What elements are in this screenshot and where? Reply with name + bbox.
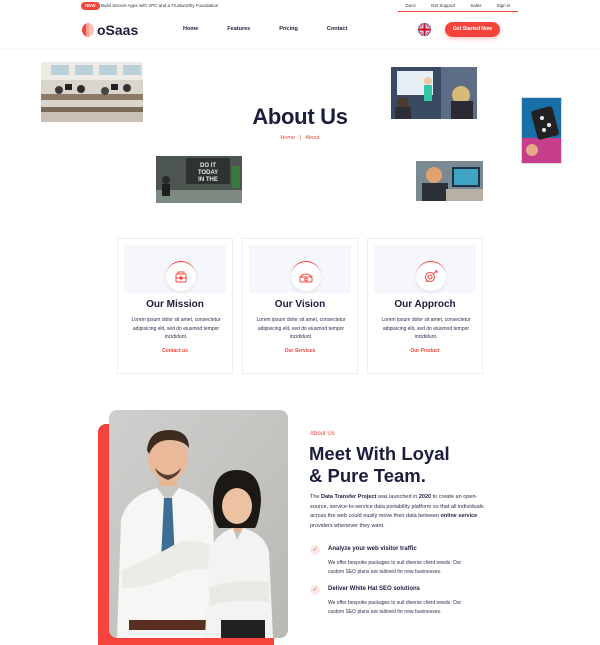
logo[interactable]: oSaas <box>82 23 138 37</box>
card-text: Lorem ipsum dolor sit amet, consectetur … <box>381 317 471 340</box>
intro-text: The <box>310 494 322 500</box>
card-text: Lorem ipsum dolor sit amet, consectetur … <box>256 317 346 340</box>
project-name: Data Transfer Project <box>321 494 377 500</box>
mission-icon <box>166 261 196 291</box>
logo-mark-icon <box>82 23 94 37</box>
team-title: Meet With Loyal & Pure Team. <box>309 443 509 487</box>
nav-features[interactable]: Features <box>227 26 250 32</box>
vr-photo <box>522 98 561 163</box>
vision-card: Our Vision Lorem ipsum dolor sit amet, c… <box>242 238 358 374</box>
our-services-link[interactable]: Our Services <box>243 348 357 354</box>
card-title: Our Approch <box>394 299 456 310</box>
feature-text: We offer bespoke packages to suit divers… <box>328 560 462 575</box>
our-product-link[interactable]: Our Product <box>368 348 482 354</box>
contact-us-link[interactable]: Contact us <box>118 348 232 354</box>
sales-link[interactable]: Sales <box>470 3 481 8</box>
top-links: Docs Get Support Sales Sign in <box>398 0 518 12</box>
online-service: online service <box>440 513 478 519</box>
breadcrumb: Home | About <box>200 135 400 141</box>
get-support-link[interactable]: Get Support <box>431 3 455 8</box>
feature-title: Analyze your web visitor traffic <box>328 546 417 552</box>
nav-pricing[interactable]: Pricing <box>279 26 298 32</box>
page-title: About Us <box>252 104 348 129</box>
intro-text: providers whenever they want. <box>310 522 385 529</box>
launch-year: 2020 <box>418 494 432 500</box>
main-header: oSaas Home Features Pricing Contact Get … <box>0 12 600 48</box>
get-started-button[interactable]: Get Started Now <box>445 22 500 37</box>
svg-text:TODAY: TODAY <box>198 170 218 176</box>
laptop-photo <box>416 161 483 201</box>
approach-card: Our Approch Lorem ipsum dolor sit amet, … <box>367 238 483 374</box>
section-tag: About Us <box>310 431 335 437</box>
sign-in-link[interactable]: Sign in <box>497 3 511 8</box>
logo-text: oSaas <box>97 22 139 38</box>
breadcrumb-home[interactable]: Home <box>280 135 295 141</box>
nav-home[interactable]: Home <box>183 26 198 32</box>
card-text: Lorem ipsum dolor sit amet, consectetur … <box>131 317 221 340</box>
svg-text:DO IT: DO IT <box>200 163 216 169</box>
team-photo <box>109 410 288 638</box>
approach-icon <box>416 261 446 291</box>
check-icon: ✓ <box>310 545 320 555</box>
presentation-photo <box>391 67 477 119</box>
announcement-text[interactable]: Build Secure Apps with VPC and a Trustwo… <box>101 3 218 9</box>
check-icon: ✓ <box>310 585 320 595</box>
feature-title: Deliver White Hat SEO solutions <box>328 586 421 592</box>
breadcrumb-separator: | <box>299 135 302 141</box>
team-title-line1: Meet With Loyal <box>309 443 450 464</box>
new-badge: NEW <box>81 2 100 10</box>
team-intro: The Data Transfer Project was launched i… <box>310 493 485 531</box>
mission-card: Our Mission Lorem ipsum dolor sit amet, … <box>117 238 233 374</box>
card-title: Our Vision <box>274 299 326 310</box>
office-photo <box>41 62 143 122</box>
intro-text: was launched in <box>376 494 419 500</box>
main-nav: Home Features Pricing Contact <box>183 26 376 32</box>
top-bar: NEW Build Secure Apps with VPC and a Tru… <box>0 0 600 12</box>
uk-flag-icon[interactable] <box>418 23 431 36</box>
card-title: Our Mission <box>146 299 204 310</box>
feature-text: We offer bespoke packages to suit divers… <box>328 600 462 615</box>
team-title-line2: & Pure Team. <box>309 465 426 486</box>
nav-contact[interactable]: Contact <box>327 26 347 32</box>
docs-link[interactable]: Docs <box>406 3 416 8</box>
svg-text:IN THE: IN THE <box>198 177 218 183</box>
vision-icon <box>291 261 321 291</box>
breadcrumb-current: About <box>305 135 320 141</box>
workspace-photo: DO IT TODAY IN THE <box>156 156 242 203</box>
